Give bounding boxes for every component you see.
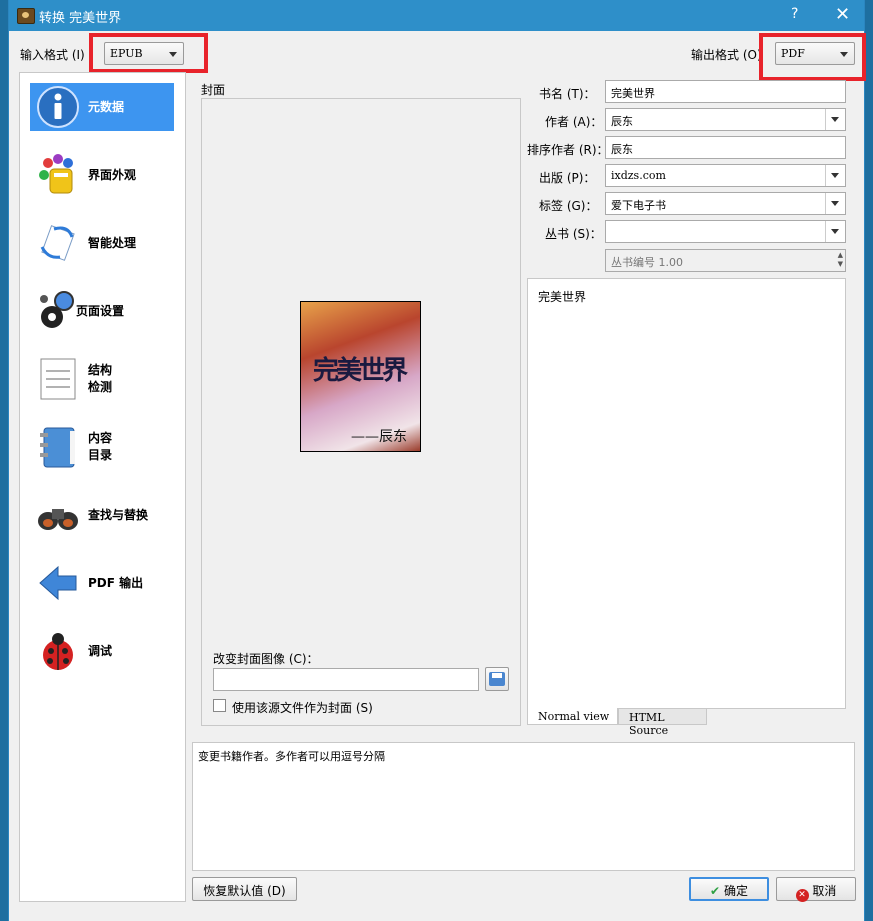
convert-dialog: 转换 完美世界 ? ✕ 输入格式 (I) EPUB 输出格式 (O) PDF 元…: [8, 0, 866, 921]
spin-arrows-icon[interactable]: ▲ ▼: [838, 251, 843, 269]
output-format-label: 输出格式 (O): [691, 48, 762, 62]
series-field[interactable]: [605, 220, 846, 243]
chevron-down-icon[interactable]: [825, 221, 845, 242]
ladybug-icon: [43, 633, 73, 670]
sidebar-item-structure-detection[interactable]: 结构 检测: [30, 355, 174, 403]
cover-title-text: 完美世界: [313, 356, 408, 386]
ok-label: 确定: [723, 884, 748, 898]
author-value: 辰东: [611, 115, 633, 128]
sidebar-item-label: 查找与替换: [88, 508, 149, 522]
author-label: 作者 (A)：: [545, 115, 603, 129]
cover-group-label: 封面: [201, 83, 226, 97]
sidebar: 元数据 界面外观 智能处理 页面设置 结构 检测 内容 目录 查找与替换 PDF…: [19, 72, 186, 902]
gears-icon: [40, 291, 74, 328]
chevron-down-icon[interactable]: [825, 193, 845, 214]
sidebar-item-page-setup[interactable]: 页面设置: [30, 287, 174, 335]
cover-image: 完美世界 ——辰东: [300, 301, 421, 452]
author-field[interactable]: 辰东: [605, 108, 846, 131]
author-sort-field[interactable]: 辰东: [605, 136, 846, 159]
cover-path-input[interactable]: [213, 668, 479, 691]
cancel-label: 取消: [812, 884, 837, 898]
window-title: 转换 完美世界: [39, 11, 122, 26]
cancel-icon: ✕: [795, 889, 809, 902]
cover-author-text: ——辰东: [351, 429, 407, 445]
tab-normal-view[interactable]: Normal view: [527, 708, 618, 725]
help-button[interactable]: ?: [791, 6, 798, 22]
chevron-down-icon[interactable]: [825, 109, 845, 130]
heuristics-icon: [40, 225, 75, 261]
info-icon: [37, 86, 79, 128]
sidebar-item-label: PDF 输出: [88, 576, 144, 590]
tags-value: 爱下电子书: [611, 199, 666, 212]
sidebar-item-pdf-output[interactable]: PDF 输出: [30, 559, 174, 607]
tags-field[interactable]: 爱下电子书: [605, 192, 846, 215]
cancel-button[interactable]: ✕ 取消: [776, 877, 856, 902]
use-source-cover-checkbox[interactable]: [213, 699, 226, 712]
publisher-value: ixdzs.com: [611, 169, 666, 182]
tab-html-source[interactable]: HTML Source: [618, 708, 707, 737]
highlight-box-output: [759, 33, 866, 81]
sidebar-item-heuristics[interactable]: 智能处理: [30, 219, 174, 267]
binoculars-icon: [38, 509, 78, 530]
input-format-label: 输入格式 (I): [20, 48, 85, 62]
publisher-label: 出版 (P)：: [539, 171, 596, 185]
sidebar-item-search-replace[interactable]: 查找与替换: [30, 491, 174, 539]
sidebar-item-look-feel[interactable]: 界面外观: [30, 151, 174, 199]
left-arrow-icon: [39, 565, 77, 601]
sidebar-item-label: 元数据: [88, 100, 125, 114]
sidebar-item-label: 智能处理: [88, 236, 137, 250]
sidebar-item-label: 界面外观: [88, 168, 137, 182]
sidebar-item-label: 页面设置: [76, 304, 125, 318]
document-icon: [40, 358, 76, 400]
use-source-cover-label: 使用该源文件作为封面 (S): [232, 701, 373, 715]
close-button[interactable]: ✕: [835, 4, 850, 25]
save-icon: [489, 672, 505, 686]
sidebar-item-label: 结构 检测: [88, 363, 113, 394]
restore-defaults-button[interactable]: 恢复默认值 (D): [192, 877, 297, 901]
comments-editor[interactable]: 完美世界: [527, 278, 846, 709]
comments-text: 完美世界: [538, 290, 587, 304]
title-label: 书名 (T)：: [539, 87, 596, 101]
title-bar: 转换 完美世界 ? ✕: [9, 0, 864, 31]
tags-label: 标签 (G)：: [539, 199, 598, 213]
chevron-down-icon[interactable]: [825, 165, 845, 186]
notebook-icon: [40, 427, 75, 468]
browse-cover-button[interactable]: [485, 667, 509, 691]
publisher-field[interactable]: ixdzs.com: [605, 164, 846, 187]
author-sort-label: 排序作者 (R)：: [527, 143, 609, 157]
paint-icon: [39, 154, 73, 194]
sidebar-item-debug[interactable]: 调试: [30, 627, 174, 675]
title-field[interactable]: 完美世界: [605, 80, 846, 103]
help-text: 变更书籍作者。多作者可以用逗号分隔: [198, 750, 385, 763]
sidebar-item-label: 调试: [88, 644, 113, 658]
sidebar-item-label: 内容 目录: [88, 431, 113, 462]
ok-button[interactable]: ✔ 确定: [689, 877, 769, 901]
app-icon: [17, 8, 35, 24]
change-cover-label: 改变封面图像 (C)：: [213, 652, 319, 666]
help-text-box: 变更书籍作者。多作者可以用逗号分隔: [192, 742, 855, 871]
sidebar-item-toc[interactable]: 内容 目录: [30, 423, 174, 471]
sidebar-item-metadata[interactable]: 元数据: [30, 83, 174, 131]
series-index-spinbox[interactable]: 丛书编号 1.00 ▲ ▼: [605, 249, 846, 272]
series-index-value: 丛书编号 1.00: [611, 256, 683, 269]
highlight-box-input: [89, 33, 208, 73]
check-icon: ✔: [710, 884, 721, 898]
series-label: 丛书 (S)：: [545, 227, 602, 241]
